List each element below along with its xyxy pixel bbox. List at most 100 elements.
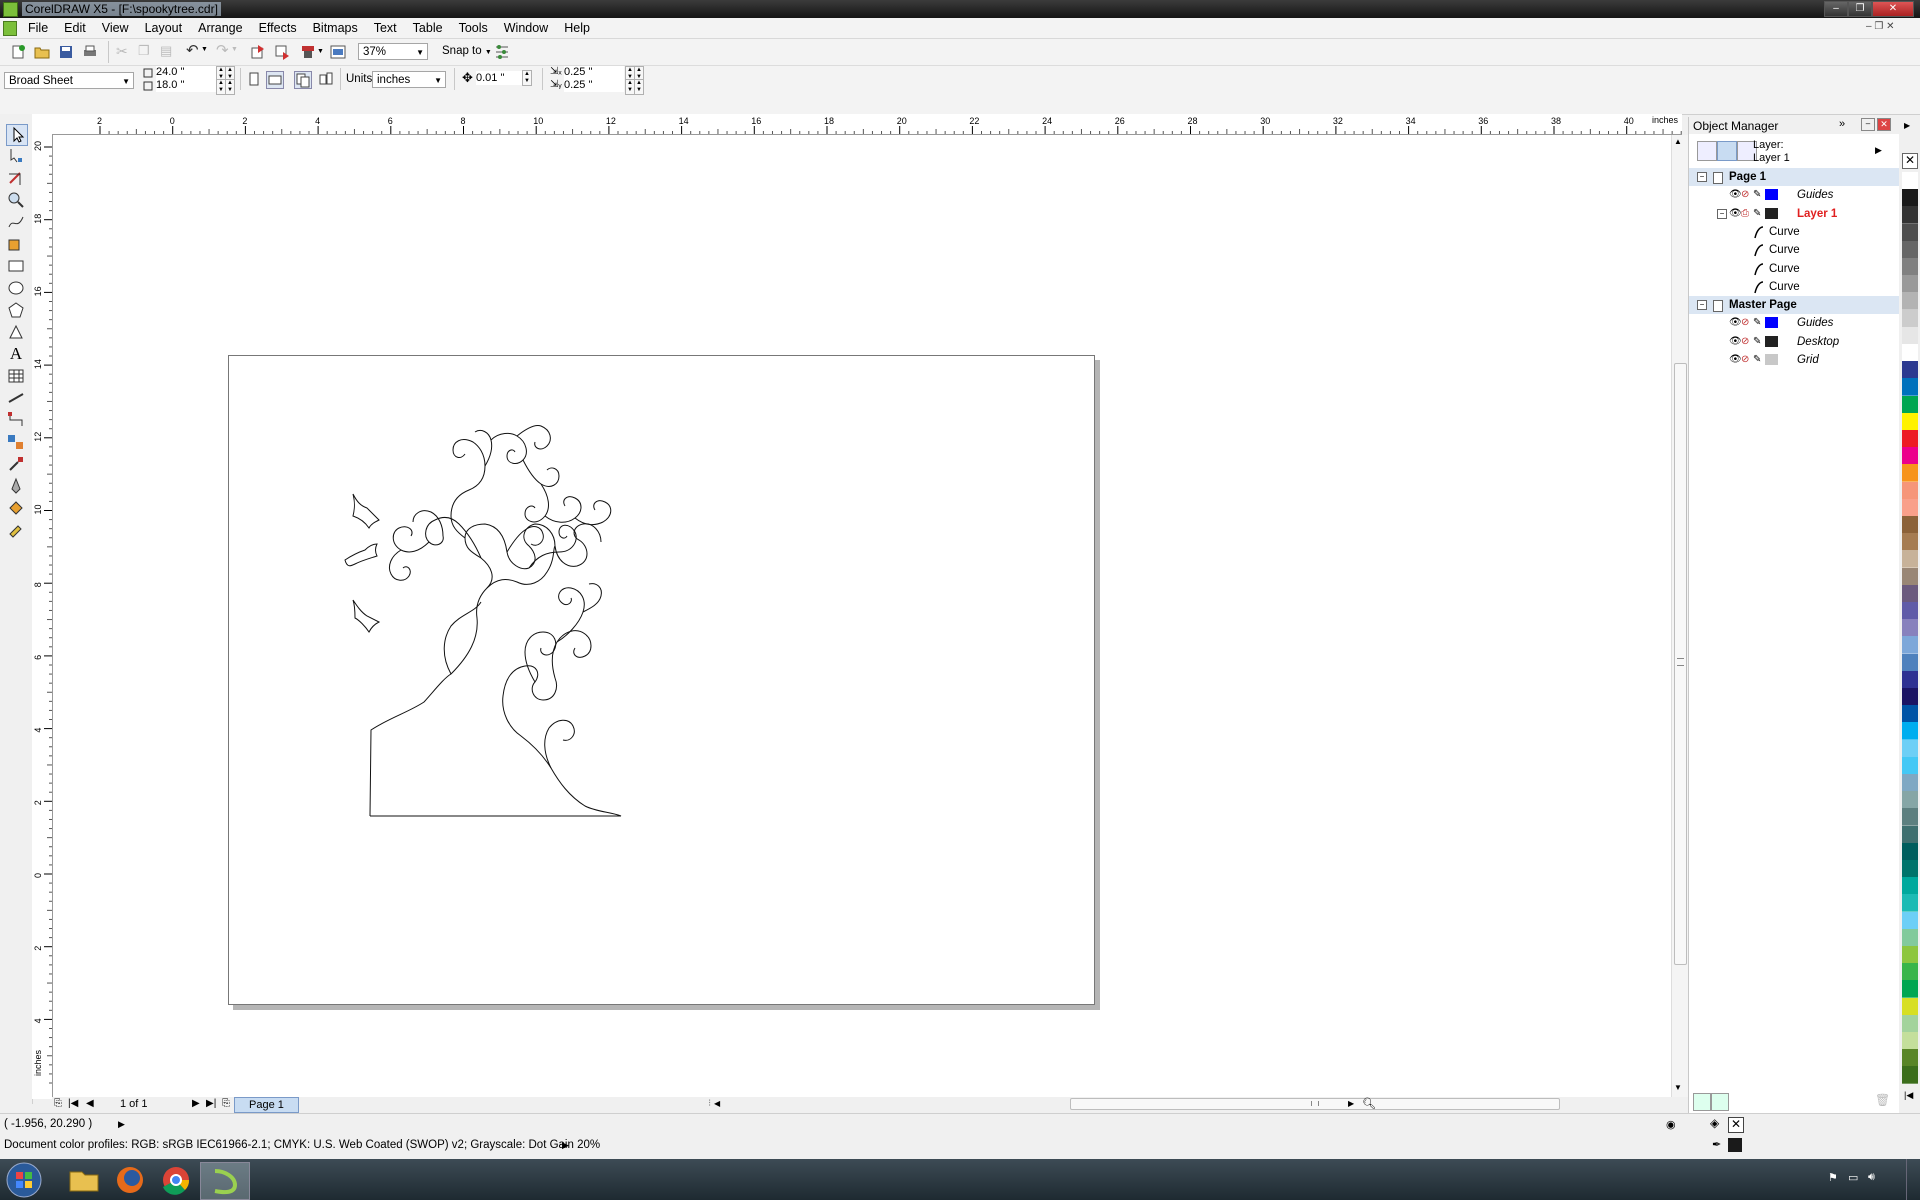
layer-color-swatch[interactable] — [1765, 317, 1778, 329]
menu-effects[interactable]: Effects — [251, 18, 305, 38]
text-tool-icon[interactable]: A — [6, 344, 26, 364]
object-tree-row-layer[interactable]: 👁︎ ⊘ ✎ Guides — [1689, 314, 1899, 332]
no-fill-swatch[interactable]: ✕ — [1902, 153, 1918, 169]
palette-swatch[interactable] — [1902, 275, 1918, 294]
object-tree-row-layer[interactable]: 👁︎ ⊘ ✎ Guides — [1689, 186, 1899, 204]
paper-type-combo[interactable]: Broad Sheet ▼ — [4, 72, 134, 89]
object-tree-row-layer[interactable]: − 👁︎ ⎙ ✎ Layer 1 — [1689, 205, 1899, 223]
scroll-right-arrow-icon[interactable]: ▶ — [1348, 1099, 1354, 1108]
cut-icon[interactable]: ✂ — [116, 43, 128, 60]
layer-color-swatch[interactable] — [1765, 189, 1778, 201]
undo-dropdown-icon[interactable]: ▼ — [201, 46, 208, 53]
first-page-icon[interactable]: |◀ — [68, 1098, 78, 1109]
docker-menu-arrow-icon[interactable]: ▶ — [1875, 145, 1882, 156]
editable-pencil-icon[interactable]: ✎ — [1753, 186, 1761, 204]
tabs-resize-handle[interactable]: ⁝ — [708, 1098, 711, 1109]
palette-swatch[interactable] — [1902, 309, 1918, 328]
interactive-fill-tool-icon[interactable] — [6, 520, 26, 540]
spooky-tree-drawing[interactable] — [229, 356, 1094, 1004]
printable-icon[interactable]: ⊘ — [1741, 351, 1749, 369]
undo-icon[interactable]: ↶ — [186, 41, 199, 59]
palette-swatch[interactable] — [1902, 361, 1918, 380]
palette-swatch[interactable] — [1902, 516, 1918, 534]
collapse-icon[interactable]: − — [1717, 208, 1727, 219]
menu-help[interactable]: Help — [556, 18, 598, 38]
palette-swatch[interactable] — [1902, 705, 1918, 724]
editable-pencil-icon[interactable]: ✎ — [1753, 205, 1761, 223]
firefox-taskbar-icon[interactable] — [108, 1162, 152, 1198]
menu-text[interactable]: Text — [366, 18, 405, 38]
color-profiles-text[interactable]: Document color profiles: RGB: sRGB IEC61… — [4, 1139, 600, 1151]
file-explorer-taskbar-icon[interactable] — [62, 1162, 106, 1198]
action-center-flag-icon[interactable]: ⚑ — [1828, 1171, 1838, 1184]
drawing-canvas[interactable] — [53, 135, 1671, 1097]
delete-icon[interactable]: 🗑︎ — [1875, 1093, 1890, 1107]
palette-swatch[interactable] — [1902, 653, 1918, 672]
palette-swatch[interactable] — [1902, 292, 1918, 311]
volume-icon[interactable]: 🔊︎ — [1868, 1171, 1875, 1184]
vertical-ruler[interactable]: 20 18 16 14 12 10 8 6 4 2 0 2 4 inches — [32, 134, 53, 1099]
page-width-input[interactable]: 24.0 " — [156, 66, 216, 79]
palette-swatch[interactable] — [1902, 567, 1918, 586]
object-tree-row-object[interactable]: Curve — [1689, 260, 1899, 278]
palette-swatch[interactable] — [1902, 894, 1918, 913]
horizontal-scroll-thumb[interactable] — [1070, 1098, 1560, 1110]
connector-tool-icon[interactable] — [6, 410, 26, 430]
palette-swatch[interactable] — [1902, 722, 1918, 741]
palette-swatch[interactable] — [1902, 1049, 1918, 1068]
menu-tools[interactable]: Tools — [451, 18, 496, 38]
object-tree-row-object[interactable]: Curve — [1689, 241, 1899, 259]
last-page-icon[interactable]: ▶| — [206, 1098, 216, 1109]
palette-swatch[interactable] — [1902, 928, 1918, 947]
close-button[interactable]: ✕ — [1872, 1, 1914, 17]
ruler-origin[interactable] — [32, 114, 53, 135]
redo-dropdown-icon[interactable]: ▼ — [231, 46, 238, 53]
show-desktop-button[interactable] — [1906, 1159, 1920, 1200]
palette-swatch[interactable] — [1902, 584, 1918, 603]
fill-none-swatch[interactable]: ✕ — [1728, 1117, 1744, 1133]
visibility-eye-icon[interactable]: 👁︎ — [1729, 186, 1742, 204]
palette-swatch[interactable] — [1902, 670, 1918, 689]
palette-swatch[interactable] — [1902, 326, 1918, 345]
palette-swatch[interactable] — [1902, 395, 1918, 414]
show-object-properties-icon[interactable] — [1697, 141, 1717, 161]
insert-page-before-icon[interactable]: ⎘ — [54, 1098, 62, 1109]
page-height-input[interactable]: 18.0 " — [156, 79, 216, 92]
editable-pencil-icon[interactable]: ✎ — [1753, 333, 1761, 351]
menu-table[interactable]: Table — [405, 18, 451, 38]
palette-swatch[interactable] — [1902, 842, 1918, 861]
object-tree-row-layer[interactable]: 👁︎ ⊘ ✎ Desktop — [1689, 333, 1899, 351]
menu-file[interactable]: File — [20, 18, 56, 38]
object-tree-row-layer[interactable]: 👁︎ ⊘ ✎ Grid — [1689, 351, 1899, 369]
palette-expand-icon[interactable]: |◀ — [1904, 1090, 1913, 1101]
collapse-icon[interactable]: − — [1697, 300, 1707, 311]
dimension-tool-icon[interactable] — [6, 388, 26, 408]
import-icon[interactable] — [250, 44, 266, 60]
palette-swatch[interactable] — [1902, 1032, 1918, 1050]
palette-swatch[interactable] — [1902, 825, 1918, 844]
editable-pencil-icon[interactable]: ✎ — [1753, 314, 1761, 332]
palette-swatch[interactable] — [1902, 430, 1918, 448]
palette-swatch[interactable] — [1902, 860, 1918, 878]
palette-swatch[interactable] — [1902, 619, 1918, 638]
visibility-eye-icon[interactable]: 👁︎ — [1729, 205, 1742, 223]
menu-view[interactable]: View — [94, 18, 137, 38]
palette-swatch[interactable] — [1902, 739, 1918, 758]
height-spinner-b[interactable]: ▲ ▼ — [225, 79, 235, 95]
table-tool-icon[interactable] — [6, 366, 26, 386]
palette-swatch[interactable] — [1902, 378, 1918, 397]
menu-bitmaps[interactable]: Bitmaps — [305, 18, 366, 38]
scroll-down-arrow-icon[interactable]: ▼ — [1674, 1083, 1682, 1092]
outline-pen-tool-icon[interactable] — [6, 476, 26, 496]
palette-swatch[interactable] — [1902, 1066, 1918, 1085]
page-tab-page-1[interactable]: Page 1 — [234, 1097, 299, 1113]
rectangle-tool-icon[interactable] — [6, 256, 26, 276]
palette-swatch[interactable] — [1902, 258, 1918, 276]
layer-color-swatch[interactable] — [1765, 354, 1778, 365]
docker-close-icon[interactable]: ✕ — [1877, 118, 1891, 131]
palette-swatch[interactable] — [1902, 808, 1918, 827]
options-icon[interactable] — [494, 44, 510, 60]
zoom-tool-icon[interactable] — [6, 190, 26, 210]
portrait-icon[interactable] — [246, 71, 262, 87]
palette-swatch[interactable] — [1902, 189, 1918, 208]
